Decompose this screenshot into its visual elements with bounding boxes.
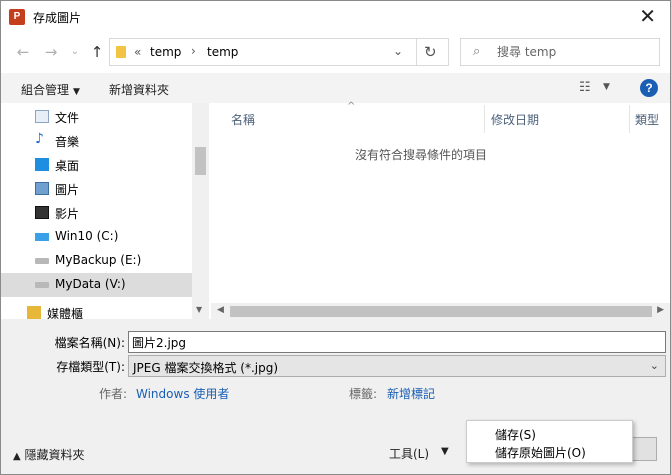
chevron-down-icon: ⌄	[649, 359, 659, 372]
nav-item-win10-drive[interactable]: Win10 (C:)	[1, 225, 192, 249]
nav-item-music[interactable]: ♪ 音樂	[1, 129, 192, 153]
pictures-icon	[35, 182, 49, 195]
chevron-right-icon[interactable]: ›	[191, 44, 196, 58]
back-arrow-icon[interactable]: ←	[13, 42, 33, 62]
search-input[interactable]	[497, 43, 647, 61]
folder-icon	[116, 46, 126, 58]
forward-arrow-icon[interactable]: →	[41, 42, 61, 62]
title-bar: P 存成圖片 ✕	[1, 1, 670, 33]
window-title: 存成圖片	[33, 11, 82, 25]
navigation-row: ← → ⌄ ↑ « temp › temp ⌄ ↻ ⌕	[1, 33, 670, 71]
nav-item-desktop[interactable]: 桌面	[1, 153, 192, 177]
nav-item-label: Win10 (C:)	[55, 229, 119, 243]
library-icon	[27, 306, 41, 319]
caret-down-icon[interactable]: ▼	[441, 446, 449, 457]
filetype-label: 存檔類型(T):	[56, 360, 125, 374]
music-icon: ♪	[35, 131, 44, 147]
filename-input[interactable]	[128, 331, 666, 353]
nav-item-mybackup-drive[interactable]: MyBackup (E:)	[1, 249, 192, 273]
filetype-value: JPEG 檔案交換格式 (*.jpg)	[133, 361, 279, 375]
author-value[interactable]: Windows 使用者	[136, 385, 229, 402]
windows-drive-icon	[35, 233, 49, 241]
up-arrow-icon[interactable]: ↑	[87, 42, 107, 62]
breadcrumb-segment[interactable]: temp	[150, 45, 181, 59]
scrollbar-thumb[interactable]	[230, 306, 652, 317]
nav-item-mydata-drive[interactable]: MyData (V:)	[1, 273, 192, 297]
horizontal-scrollbar[interactable]: ◀ ▶	[211, 303, 670, 320]
drive-icon	[35, 258, 49, 264]
organize-label: 組合管理	[21, 83, 70, 97]
breadcrumb-segment[interactable]: temp	[207, 45, 238, 59]
nav-item-label: 音樂	[55, 135, 80, 149]
save-dropdown-menu: 儲存(S) 儲存原始圖片(O)	[466, 420, 633, 463]
caret-down-icon[interactable]: ▼	[603, 82, 610, 92]
column-divider[interactable]	[484, 105, 485, 133]
document-icon	[35, 110, 49, 123]
refresh-icon[interactable]: ↻	[424, 43, 437, 61]
nav-item-libraries[interactable]: 媒體櫃	[1, 301, 192, 319]
close-button[interactable]: ✕	[639, 5, 656, 27]
column-header-name[interactable]: 名稱	[231, 111, 255, 128]
recent-dropdown-icon[interactable]: ⌄	[65, 42, 85, 62]
desktop-icon	[35, 158, 49, 171]
author-label: 作者:	[99, 387, 128, 401]
menu-item-save-original[interactable]: 儲存原始圖片(O)	[495, 444, 586, 461]
hide-folders-label: 隱藏資料夾	[24, 448, 85, 462]
tags-label: 標籤:	[349, 387, 378, 401]
scroll-down-icon[interactable]: ▼	[196, 305, 202, 314]
caret-down-icon: ▼	[73, 87, 80, 97]
file-list: 名稱 ^ 修改日期 類型 沒有符合搜尋條件的項目 ◀ ▶	[211, 101, 670, 320]
search-icon: ⌕	[473, 44, 481, 59]
nav-item-label: MyData (V:)	[55, 277, 126, 291]
nav-item-label: 媒體櫃	[47, 307, 84, 319]
sort-ascending-icon: ^	[347, 101, 356, 112]
view-options-icon[interactable]: ☷	[579, 80, 591, 95]
column-divider[interactable]	[629, 105, 630, 133]
new-folder-button[interactable]: 新增資料夾	[109, 81, 169, 98]
organize-button[interactable]: 組合管理 ▼	[21, 81, 80, 98]
search-box[interactable]: ⌕	[460, 38, 660, 66]
save-as-picture-dialog: P 存成圖片 ✕ ← → ⌄ ↑ « temp › temp ⌄ ↻ ⌕ 組合管…	[0, 0, 671, 475]
navigation-pane: 文件 ♪ 音樂 桌面 圖片 影片 Win10 (C:) MyBackup (E:…	[1, 103, 209, 319]
videos-icon	[35, 206, 49, 219]
nav-item-label: 桌面	[55, 159, 80, 173]
tags-value[interactable]: 新增標記	[387, 385, 435, 402]
nav-item-label: 圖片	[55, 183, 80, 197]
scroll-left-icon[interactable]: ◀	[217, 305, 224, 315]
help-icon[interactable]: ?	[640, 79, 658, 97]
nav-item-label: MyBackup (E:)	[55, 253, 142, 267]
scroll-right-icon[interactable]: ▶	[657, 305, 664, 315]
powerpoint-icon: P	[9, 9, 25, 25]
empty-message: 沒有符合搜尋條件的項目	[354, 148, 487, 162]
nav-item-label: 影片	[55, 207, 80, 221]
nav-pane-scrollbar[interactable]: ▼	[192, 103, 209, 319]
nav-item-videos[interactable]: 影片	[1, 201, 192, 225]
command-bar: 組合管理 ▼ 新增資料夾 ☷ ▼ ?	[1, 73, 670, 103]
nav-item-pictures[interactable]: 圖片	[1, 177, 192, 201]
chevron-down-icon[interactable]: ⌄	[393, 44, 403, 58]
nav-item-documents[interactable]: 文件	[1, 105, 192, 129]
address-divider	[416, 39, 417, 65]
nav-item-label: 文件	[55, 111, 80, 125]
chevron-up-icon: ▲	[13, 451, 21, 462]
tools-button[interactable]: 工具(L)	[389, 445, 429, 462]
menu-item-save[interactable]: 儲存(S)	[495, 426, 536, 443]
hide-folders-button[interactable]: ▲ 隱藏資料夾	[13, 446, 85, 463]
column-header-type[interactable]: 類型	[635, 111, 659, 128]
address-overflow-chevron[interactable]: «	[134, 45, 141, 59]
filetype-select[interactable]: JPEG 檔案交換格式 (*.jpg) ⌄	[128, 355, 666, 377]
address-bar[interactable]: « temp › temp ⌄ ↻	[109, 38, 449, 66]
column-header-date-modified[interactable]: 修改日期	[491, 111, 539, 128]
drive-icon	[35, 282, 49, 288]
filename-label: 檔案名稱(N):	[54, 336, 125, 350]
scrollbar-thumb[interactable]	[195, 147, 206, 175]
